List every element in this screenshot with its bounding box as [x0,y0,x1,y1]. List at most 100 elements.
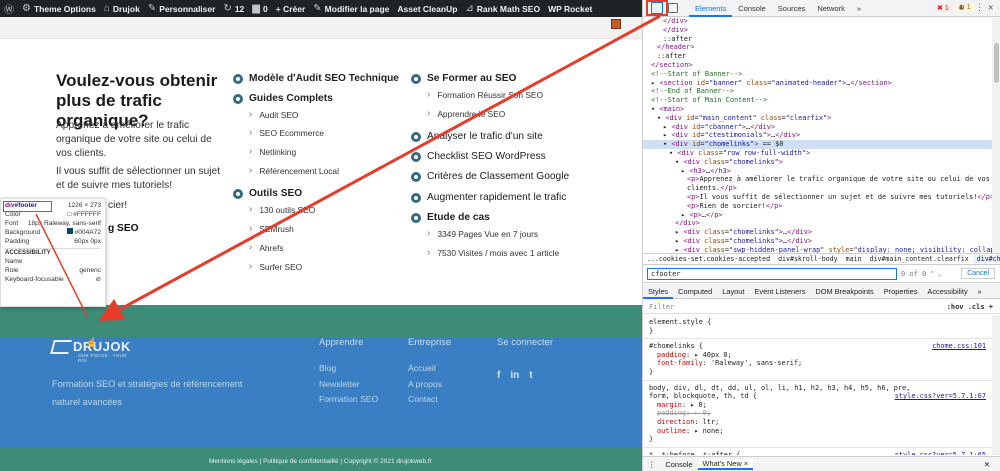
filter-input[interactable]: Filter [649,303,674,311]
avatar[interactable] [611,19,621,29]
sublink[interactable]: › Formation Réussir Son SEO [427,89,543,100]
sublink[interactable]: › SEMrush [249,223,294,234]
twitter-icon[interactable]: t [529,370,532,381]
footer-link-blog[interactable]: Blog [319,363,336,373]
tab-layout[interactable]: Layout [717,284,749,299]
facebook-icon[interactable]: f [497,370,500,381]
breadcrumb-item[interactable]: ...cookies-set.cookies-accepted [643,255,774,263]
cancel-button[interactable]: Cancel [961,268,995,279]
link-outils[interactable]: Outils SEO [233,188,302,199]
dom-node-line[interactable]: <!--End of Banner--> [643,87,992,96]
dom-search-input[interactable]: cfooter [647,268,897,280]
dom-node-line[interactable]: ▸ <div class="chomelinks">…</div> [643,237,992,246]
admin-theme-options[interactable]: ⚙ Theme Options [18,0,100,17]
tab-accessibility[interactable]: Accessibility [922,284,972,299]
chevron-down-icon[interactable]: ⌄ [938,270,942,278]
tab-more[interactable]: » [851,0,867,17]
dom-node-line[interactable]: ▸ <h3>…</h3> [643,167,992,176]
sublink[interactable]: › 7530 Visites / mois avec 1 article [427,247,559,258]
dom-node-line[interactable]: ::after [643,35,992,44]
dom-node-line[interactable]: ▾ <div class="row row-full-width"> [643,149,992,158]
dom-node-line[interactable]: ▾ <div id="chomelinks"> == $0 [643,140,992,149]
breadcrumb-item[interactable]: main [842,255,866,263]
tab-styles[interactable]: Styles [643,284,674,299]
admin-wp-rocket[interactable]: WP Rocket [544,0,596,17]
footer-legal[interactable]: Mentions légales | Politique de confiden… [209,458,432,465]
dom-node-line[interactable]: ▸ <div id="ctestimonials">…</div> [643,131,992,140]
admin-edit-page[interactable]: ✎ Modifier la page [309,0,393,17]
dom-node-line[interactable]: ::after [643,52,992,61]
footer-link-contact[interactable]: Contact [408,394,438,404]
link-checklist[interactable]: Checklist SEO WordPress [411,151,546,162]
link-augmenter[interactable]: Augmenter rapidement le trafic [411,192,566,203]
dom-node-line[interactable]: </div> [643,26,992,35]
dom-node-line[interactable]: clients.</p> [643,184,992,193]
dom-node-line[interactable]: </header> [643,43,992,52]
sublink[interactable]: › 3349 Pages Vue en 7 jours [427,228,538,239]
close-icon[interactable]: ✕ [988,3,993,13]
link-guides[interactable]: Guides Complets [233,93,333,104]
tab-dom-breakpoints[interactable]: DOM Breakpoints [810,284,878,299]
dom-scrollbar[interactable] [992,17,1000,253]
footer-link-newsletter[interactable]: Newsletter [319,379,360,389]
dom-node-line[interactable]: </div> [643,17,992,26]
breadcrumb-item[interactable]: div#skroll-body [774,255,842,263]
styles-pane[interactable]: element.style {} #chomelinks {chome.css:… [643,315,992,455]
breadcrumb-item[interactable]: div#chomelinks [972,255,1000,263]
link-criteres[interactable]: Critères de Classement Google [411,171,569,182]
footer-link-apropos[interactable]: A propos [408,379,442,389]
tab-console[interactable]: Console [732,0,772,17]
sublink[interactable]: › Apprendre le SEO [427,108,505,119]
tab-sources[interactable]: Sources [772,0,812,17]
sublink[interactable]: › Référencement Local [249,165,339,176]
dom-node-line[interactable]: ▸ <p>…</p> [643,211,992,220]
link-etude[interactable]: Etude de cas [411,212,490,223]
drawer-menu-icon[interactable]: ⋮ [643,460,660,469]
dom-tree[interactable]: </div> </div>::after </header>::after </sec… [643,17,992,253]
dom-node-line[interactable]: </section> [643,61,992,70]
dom-node-line[interactable]: <p>Il vous suffit de sélectionner un suj… [643,193,992,202]
sublink[interactable]: › Surfer SEO [249,261,302,272]
close-icon[interactable]: ✕ [979,460,995,469]
dom-node-line[interactable]: <p>Apprenez à améliorer le trafic organi… [643,175,992,184]
dom-node-line[interactable]: ▾ <div class="chomelinks"> [643,158,992,167]
link-analyser[interactable]: Analyser le trafic d'un site [411,131,543,142]
admin-comments[interactable]: ▆ 0 [248,0,271,17]
admin-rank-math[interactable]: ⊿ Rank Math SEO [461,0,544,17]
dom-node-line[interactable]: </div> [643,219,992,228]
sublink[interactable]: › SEO Ecommerce [249,127,324,138]
dom-node-line[interactable]: ▸ <div id="cbanner">…</div> [643,123,992,132]
tab-whats-new[interactable]: What's New × [697,458,754,470]
dom-node-line[interactable]: <!--Start of Main Content--> [643,96,992,105]
dom-node-line[interactable]: ▸ <div class="chomelinks">…</div> [643,228,992,237]
style-toggles[interactable]: :hov .cls + [947,303,993,311]
kebab-menu-icon[interactable]: ⋮ [975,3,984,13]
tab-elements[interactable]: Elements [689,0,733,17]
styles-scrollbar[interactable] [992,315,1000,455]
dom-node-line[interactable]: ▸ <section id="banner" class="animated-h… [643,79,992,88]
tab-drawer-console[interactable]: Console [660,460,697,469]
dom-node-line[interactable]: ▾ <div id="main_content" class="clearfix… [643,114,992,123]
sublink[interactable]: › Netlinking [249,146,296,157]
dom-node-line[interactable]: ▸ <div class="swp-hidden-panel-wrap" sty… [643,246,992,253]
dom-node-line[interactable]: <!--Start of Banner--> [643,70,992,79]
admin-updates[interactable]: ↻ 12 [219,0,248,17]
settings-gear-icon[interactable]: ⚙ [959,3,964,13]
footer-link-formation[interactable]: Formation SEO [319,394,378,404]
admin-new[interactable]: + Créer [272,0,310,17]
tab-computed[interactable]: Computed [673,284,717,299]
linkedin-icon[interactable]: in [510,370,519,381]
tab-properties[interactable]: Properties [879,284,923,299]
breadcrumb-item[interactable]: div#main_content.clearfix [866,255,973,263]
issue-counters[interactable]: ✖ 1 ▲ 1 [935,4,975,12]
sublink[interactable]: › 130 outils SEO [249,204,315,215]
sublink[interactable]: › Audit SEO [249,109,298,120]
link-formation[interactable]: Se Former au SEO [411,73,516,84]
chevron-up-icon[interactable]: ⌃ [930,270,934,278]
footer-link-accueil[interactable]: Accueil [408,363,436,373]
tab-more[interactable]: » [973,284,987,299]
admin-asset-cleanup[interactable]: Asset CleanUp [393,0,461,17]
admin-site-name[interactable]: ⌂ Drujok [100,0,144,17]
link-audit-template[interactable]: Modèle d'Audit SEO Technique [233,73,399,84]
dom-node-line[interactable]: <p>Rien de sorcier!</p> [643,202,992,211]
